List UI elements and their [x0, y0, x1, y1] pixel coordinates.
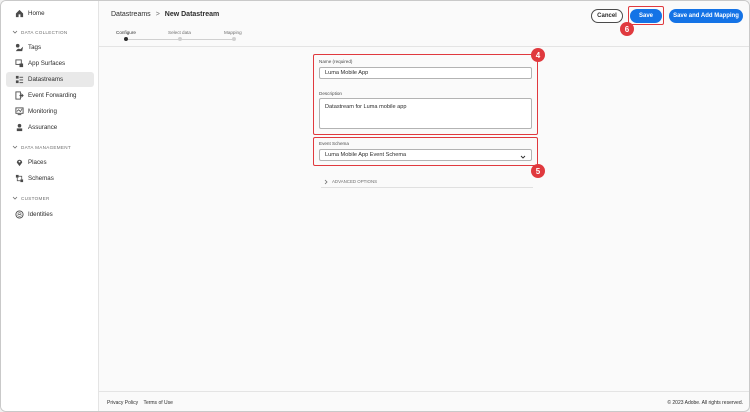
chevron-down-icon — [12, 145, 18, 149]
section-customer[interactable]: CUSTOMER — [12, 195, 50, 201]
chevron-down-icon — [12, 196, 18, 200]
copyright-text: © 2023 Adobe. All rights reserved. — [667, 400, 743, 406]
page-title: New Datastream — [164, 11, 220, 18]
datastream-form: Name (required) Luma Mobile App Descript… — [99, 47, 749, 391]
section-data-collection[interactable]: DATA COLLECTION — [12, 29, 67, 35]
privacy-policy-link[interactable]: Privacy Policy — [107, 400, 138, 406]
step-dot-mapping — [232, 37, 236, 41]
callout-badge-4: 4 — [531, 48, 545, 62]
sidebar-item-label: Event Forwarding — [28, 92, 77, 99]
footer-links: Privacy Policy Terms of Use — [107, 400, 177, 406]
sidebar-item-identities[interactable]: Identities — [6, 207, 94, 222]
step-dot-configure — [124, 37, 128, 41]
sidebar-item-places[interactable]: Places — [6, 155, 94, 170]
sidebar-item-label: Assurance — [28, 124, 58, 131]
sidebar-item-assurance[interactable]: Assurance — [6, 120, 94, 135]
sidebar-item-label: Monitoring — [28, 108, 57, 115]
breadcrumb-datastreams-link[interactable]: Datastreams — [111, 11, 151, 18]
step-dot-select-data — [178, 37, 182, 41]
sidebar-item-datastreams[interactable]: Datastreams — [6, 72, 94, 87]
advanced-options-toggle[interactable]: ADVANCED OPTIONS — [321, 176, 533, 188]
section-title: DATA COLLECTION — [21, 29, 68, 35]
chevron-down-icon — [12, 30, 18, 34]
terms-of-use-link[interactable]: Terms of Use — [143, 400, 172, 406]
app-window: Home DATA COLLECTION Tags App Surfaces D… — [0, 0, 750, 412]
sidebar-item-event-forwarding[interactable]: Event Forwarding — [6, 88, 94, 103]
monitoring-icon — [15, 107, 24, 116]
section-title: CUSTOMER — [21, 195, 50, 201]
sidebar-item-label: App Surfaces — [28, 60, 66, 67]
breadcrumb: Datastreams > New Datastream — [111, 11, 219, 18]
schemas-icon — [15, 174, 24, 183]
sidebar-item-app-surfaces[interactable]: App Surfaces — [6, 56, 94, 71]
assurance-icon — [15, 123, 24, 132]
section-title: DATA MANAGEMENT — [21, 144, 72, 150]
step-mapping[interactable]: Mapping — [224, 30, 242, 35]
highlight-save — [628, 6, 664, 25]
main-area: Datastreams > New Datastream Configure S… — [99, 1, 749, 411]
sidebar: Home DATA COLLECTION Tags App Surfaces D… — [1, 1, 99, 411]
sidebar-item-label: Datastreams — [28, 76, 64, 83]
breadcrumb-separator: > — [155, 11, 160, 18]
sidebar-item-label: Home — [28, 10, 45, 17]
sidebar-item-label: Places — [28, 159, 47, 166]
callout-badge-5: 5 — [531, 164, 545, 178]
app-surfaces-icon — [15, 59, 24, 68]
home-icon — [15, 9, 24, 18]
sidebar-item-home[interactable]: Home — [6, 6, 94, 21]
sidebar-item-tags[interactable]: Tags — [6, 40, 94, 55]
highlight-name-description — [313, 54, 538, 135]
step-configure[interactable]: Configure — [116, 30, 136, 35]
step-select-data[interactable]: Select data — [168, 30, 191, 35]
callout-badge-6: 6 — [620, 22, 634, 36]
sidebar-item-label: Identities — [28, 211, 53, 218]
save-and-add-mapping-button[interactable]: Save and Add Mapping — [669, 9, 743, 23]
chevron-right-icon — [324, 179, 328, 184]
highlight-event-schema — [313, 137, 538, 166]
event-forwarding-icon — [15, 91, 24, 100]
page-footer: Privacy Policy Terms of Use © 2023 Adobe… — [99, 391, 749, 411]
sidebar-item-monitoring[interactable]: Monitoring — [6, 104, 94, 119]
cancel-button[interactable]: Cancel — [591, 9, 623, 23]
datastreams-icon — [15, 75, 24, 84]
advanced-options-label: ADVANCED OPTIONS — [332, 179, 378, 184]
identities-icon — [15, 210, 24, 219]
places-icon — [15, 158, 24, 167]
sidebar-item-label: Schemas — [28, 175, 54, 182]
section-data-management[interactable]: DATA MANAGEMENT — [12, 144, 71, 150]
sidebar-item-schemas[interactable]: Schemas — [6, 171, 94, 186]
tags-icon — [15, 43, 24, 52]
sidebar-item-label: Tags — [28, 44, 42, 51]
